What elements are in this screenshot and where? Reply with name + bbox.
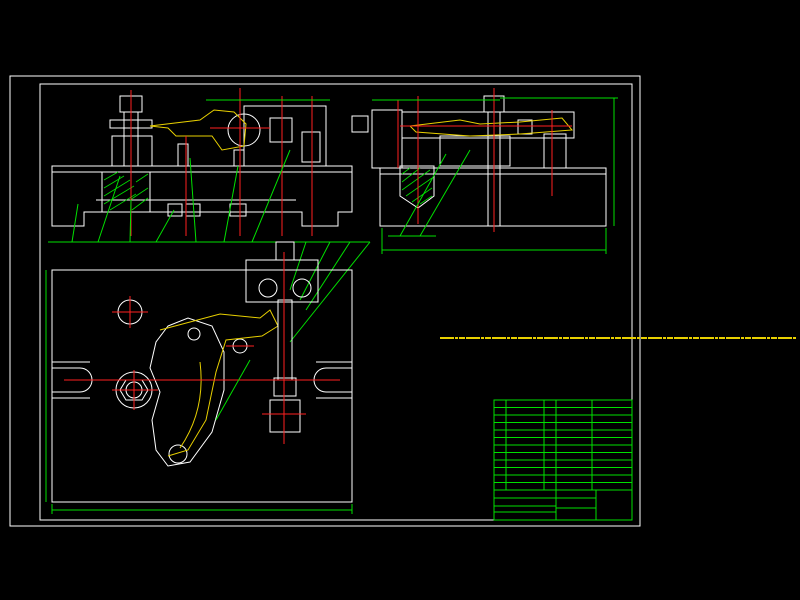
- front-leader-8: [289, 241, 307, 291]
- outer-sheet-border: [9, 75, 641, 527]
- top-screw-base: [269, 399, 301, 433]
- top-leader-arc: [215, 359, 251, 421]
- top-screw-shaft: [277, 299, 293, 381]
- side-clamp-lever: [408, 117, 574, 137]
- top-view: [45, 241, 353, 514]
- top-bolt-right: [292, 278, 312, 298]
- front-leader-2: [97, 175, 121, 243]
- front-pin-2: [233, 149, 245, 167]
- top-base-outline: [51, 269, 353, 503]
- title-block-grid: [494, 400, 632, 520]
- top-screw-nut: [273, 377, 297, 397]
- top-bolt-left: [258, 278, 278, 298]
- side-knob: [351, 115, 369, 133]
- top-clamp-arm: [149, 317, 225, 467]
- front-leader-7: [251, 149, 291, 243]
- side-hatched-insert: [399, 165, 435, 209]
- front-bolt-bottom-1: [167, 203, 183, 217]
- front-bracket: [301, 131, 321, 163]
- front-block-left: [111, 135, 153, 167]
- side-view: [351, 88, 618, 254]
- top-bolt-cap: [275, 241, 295, 261]
- front-base-outline: [51, 165, 353, 227]
- front-bolt-bottom-3: [229, 203, 247, 217]
- side-base-outline: [379, 167, 607, 227]
- front-leader-4: [155, 209, 175, 243]
- cad-drawing-canvas: [9, 75, 796, 527]
- inner-sheet-border: [39, 83, 633, 521]
- top-lower-pin: [168, 444, 188, 464]
- front-leader-9: [299, 241, 331, 301]
- top-clamp-arm-yellow: [159, 309, 279, 457]
- front-v-support: [101, 171, 151, 213]
- side-post-right: [543, 133, 567, 169]
- front-block-right: [243, 105, 327, 167]
- side-leader-2: [419, 149, 471, 237]
- title-block: [493, 399, 633, 521]
- front-bolt-head: [269, 117, 293, 143]
- front-clamp-lever: [149, 109, 247, 151]
- front-leader-1: [71, 203, 79, 243]
- top-clamp-inner-arc: [179, 361, 202, 449]
- front-view: [48, 88, 371, 343]
- front-leader-11: [289, 241, 371, 343]
- top-hole-small: [187, 327, 201, 341]
